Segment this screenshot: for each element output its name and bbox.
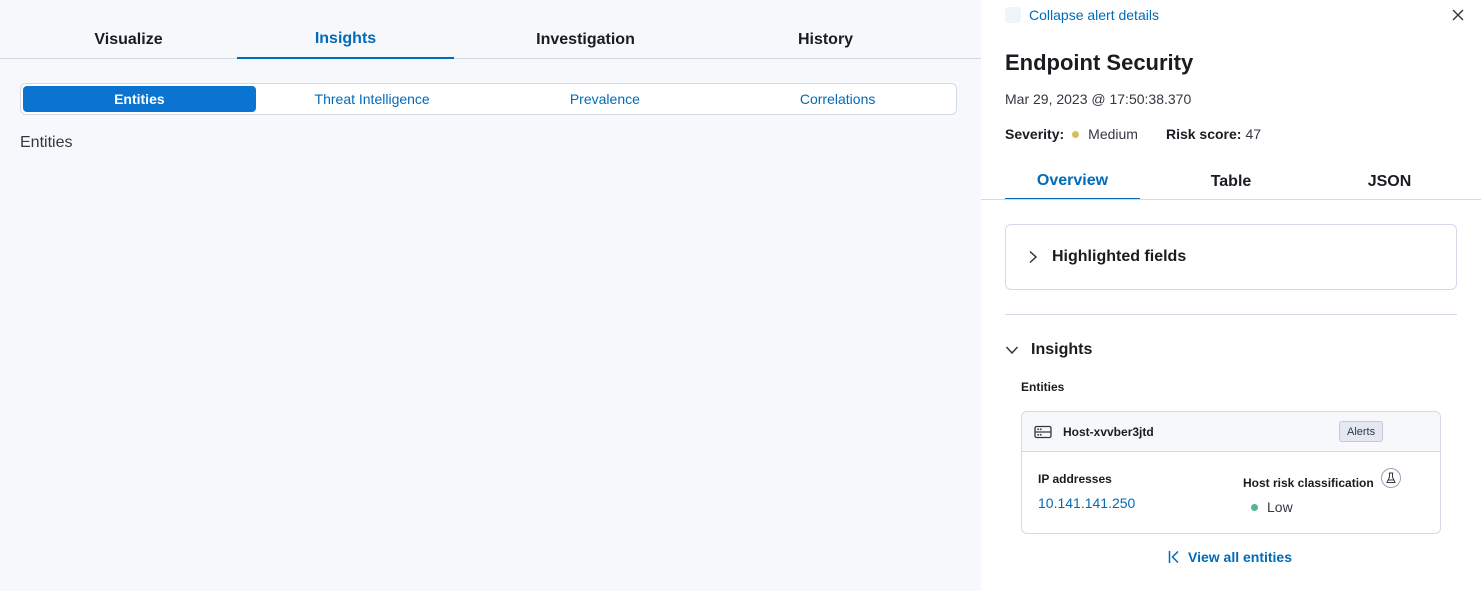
tabs-divider: [981, 199, 1481, 200]
chevron-down-icon: [1005, 345, 1019, 355]
severity-value: Medium: [1088, 126, 1138, 142]
host-risk-value: Low: [1251, 499, 1293, 515]
tab-overview[interactable]: Overview: [1005, 163, 1140, 200]
host-name: Host-xvvber3jtd: [1063, 424, 1154, 439]
tab-json[interactable]: JSON: [1322, 163, 1457, 200]
insights-sub-tabs: Entities Threat Intelligence Prevalence …: [20, 83, 957, 115]
close-icon: [1452, 9, 1464, 21]
risk-score-value: 47: [1245, 126, 1262, 142]
main-tabs: Visualize Insights Investigation History: [0, 0, 981, 59]
collapse-row: Collapse alert details: [1005, 7, 1159, 23]
subtab-threat-intelligence[interactable]: Threat Intelligence: [256, 86, 489, 112]
alert-meta: Severity: Medium Risk score: 47: [1005, 126, 1261, 142]
view-all-entities-button[interactable]: View all entities: [1168, 549, 1292, 565]
view-all-entities-label: View all entities: [1188, 549, 1293, 565]
severity-label: Severity:: [1005, 126, 1065, 142]
host-risk-label: Host risk classification: [1243, 476, 1374, 490]
entities-heading: Entities: [20, 134, 73, 151]
collapse-placeholder-icon: [1005, 7, 1021, 23]
section-divider: [1005, 314, 1457, 315]
insights-accordion-toggle[interactable]: Insights: [1005, 341, 1092, 359]
insights-title: Insights: [1031, 341, 1093, 358]
highlighted-fields-title: Highlighted fields: [1052, 248, 1187, 265]
entity-card-header: Host-xvvber3jtd Alerts: [1022, 412, 1440, 452]
entity-card-body: IP addresses 10.141.141.250 Host risk cl…: [1022, 452, 1440, 533]
alert-title: Endpoint Security: [1005, 50, 1194, 75]
highlighted-fields-accordion[interactable]: Highlighted fields: [1005, 224, 1457, 290]
tab-table[interactable]: Table: [1140, 163, 1322, 200]
severity-dot: [1072, 130, 1080, 138]
host-entity-card: Host-xvvber3jtd Alerts IP addresses 10.1…: [1021, 411, 1441, 534]
tab-visualize[interactable]: Visualize: [20, 0, 237, 59]
tab-insights[interactable]: Insights: [237, 0, 454, 59]
alert-details-flyout: Collapse alert details Endpoint Security…: [981, 0, 1481, 591]
tab-history[interactable]: History: [717, 0, 934, 59]
left-panel: Visualize Insights Investigation History…: [0, 0, 981, 591]
host-icon: [1034, 425, 1052, 439]
chevron-right-icon: [1028, 250, 1038, 264]
beta-icon: [1381, 468, 1401, 488]
collapse-alert-details-button[interactable]: Collapse alert details: [1029, 7, 1159, 23]
alert-timestamp: Mar 29, 2023 @ 17:50:38.370: [1005, 91, 1192, 107]
alerts-badge[interactable]: Alerts: [1339, 421, 1384, 442]
tab-investigation[interactable]: Investigation: [454, 0, 717, 59]
risk-score-label: Risk score:: [1165, 126, 1242, 142]
flyout-tabs: Overview Table JSON: [1005, 163, 1457, 200]
risk-low-dot: [1251, 503, 1258, 511]
ip-addresses-label: IP addresses: [1038, 472, 1112, 486]
close-button[interactable]: [1449, 6, 1467, 24]
subtab-entities[interactable]: Entities: [23, 86, 256, 112]
subtab-prevalence[interactable]: Prevalence: [489, 86, 722, 112]
host-risk-text: Low: [1267, 499, 1293, 515]
arrow-start-icon: [1168, 550, 1180, 564]
entities-section-label: Entities: [1021, 380, 1065, 394]
ip-address-link[interactable]: 10.141.141.250: [1038, 495, 1135, 511]
subtab-correlations[interactable]: Correlations: [721, 86, 954, 112]
